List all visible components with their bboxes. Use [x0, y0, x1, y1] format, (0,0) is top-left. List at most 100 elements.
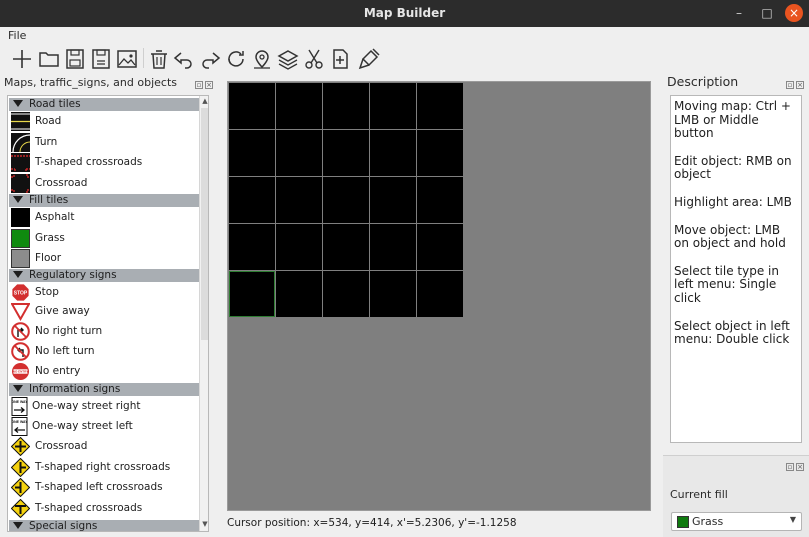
category-road-tiles[interactable]: Road tiles	[9, 98, 199, 111]
tree-item-crossroad-sign[interactable]: Crossroad	[9, 436, 199, 457]
map-tile[interactable]	[323, 224, 369, 270]
map-tile-highlighted[interactable]	[229, 271, 275, 317]
tree-item-no-left-turn[interactable]: No left turn	[9, 341, 199, 361]
tree-item-give-away[interactable]: Give away	[9, 301, 199, 322]
dock-float-icon[interactable]: ▫	[786, 463, 794, 471]
tree-item-no-entry[interactable]: NO ENTRY No entry	[9, 361, 199, 381]
category-information-signs[interactable]: Information signs	[9, 383, 199, 396]
object-tree: Road tiles Road Turn T-shaped crossroads…	[7, 95, 209, 532]
tree-item-t-crossroads-sign[interactable]: T-shaped crossroads	[9, 498, 199, 519]
map-tile[interactable]	[276, 177, 322, 223]
no-right-turn-icon	[11, 322, 30, 341]
save-as-icon[interactable]	[89, 47, 113, 71]
map-tile[interactable]	[417, 83, 463, 129]
delete-icon[interactable]	[147, 47, 171, 71]
map-tile[interactable]	[276, 271, 322, 317]
new-icon[interactable]	[10, 47, 34, 71]
map-tile[interactable]	[417, 224, 463, 270]
map-canvas[interactable]	[227, 81, 651, 511]
tree-item-stop[interactable]: STOP Stop	[9, 282, 199, 302]
minimize-button[interactable]: –	[729, 4, 749, 22]
dock-close-icon[interactable]: ×	[205, 81, 213, 89]
map-tile[interactable]	[323, 271, 369, 317]
map-tile[interactable]	[370, 83, 416, 129]
collapse-triangle-icon	[13, 522, 23, 529]
tree-item-grass[interactable]: Grass	[9, 228, 199, 248]
map-tile[interactable]	[417, 177, 463, 223]
dock-close-icon[interactable]: ×	[796, 81, 804, 89]
map-tile[interactable]	[229, 130, 275, 176]
map-tile[interactable]	[417, 130, 463, 176]
tree-item-t-crossroads[interactable]: T-shaped crossroads	[9, 152, 199, 172]
export-image-icon[interactable]	[115, 47, 139, 71]
insert-icon[interactable]	[328, 47, 352, 71]
map-tile[interactable]	[276, 83, 322, 129]
category-special-signs[interactable]: Special signs	[9, 520, 199, 531]
close-button[interactable]: ×	[785, 4, 803, 22]
brush-icon[interactable]	[357, 47, 381, 71]
tree-item-one-way-right[interactable]: ONE WAY One-way street right	[9, 396, 199, 416]
tree-item-no-right-turn[interactable]: No right turn	[9, 321, 199, 341]
scroll-down-arrow-icon[interactable]: ▼	[201, 520, 208, 528]
save-icon[interactable]	[63, 47, 87, 71]
map-tile[interactable]	[229, 83, 275, 129]
current-fill-select[interactable]: Grass ▼	[671, 512, 802, 531]
svg-text:NO ENTRY: NO ENTRY	[13, 370, 28, 374]
asphalt-tile-icon	[11, 208, 30, 227]
description-title: Description	[667, 74, 739, 89]
map-tile[interactable]	[276, 224, 322, 270]
map-tile[interactable]	[229, 177, 275, 223]
turn-tile-icon	[11, 133, 31, 153]
redo-icon[interactable]	[198, 47, 222, 71]
tree-item-turn[interactable]: Turn	[9, 132, 199, 153]
rotate-icon[interactable]	[224, 47, 248, 71]
category-fill-tiles[interactable]: Fill tiles	[9, 194, 199, 207]
map-tile[interactable]	[323, 177, 369, 223]
open-folder-icon[interactable]	[37, 47, 61, 71]
chevron-down-icon: ▼	[789, 515, 796, 524]
layers-icon[interactable]	[276, 47, 300, 71]
no-entry-sign-icon: NO ENTRY	[11, 362, 30, 381]
map-tile[interactable]	[417, 271, 463, 317]
map-tile[interactable]	[323, 130, 369, 176]
collapse-triangle-icon	[13, 271, 23, 278]
tree-item-asphalt[interactable]: Asphalt	[9, 207, 199, 227]
t-crossroads-tile-icon	[11, 153, 30, 172]
tree-item-road[interactable]: Road	[9, 111, 199, 131]
one-way-right-icon: ONE WAY	[11, 397, 30, 416]
tree-item-floor[interactable]: Floor	[9, 248, 199, 268]
tree-item-t-left-crossroads[interactable]: T-shaped left crossroads	[9, 477, 199, 498]
grass-tile-icon	[11, 229, 30, 248]
stop-sign-icon: STOP	[11, 283, 30, 302]
category-regulatory-signs[interactable]: Regulatory signs	[9, 269, 199, 282]
window-titlebar: Map Builder – □ ×	[0, 0, 809, 27]
description-line: Highlight area: LMB	[674, 194, 792, 209]
map-tile[interactable]	[370, 224, 416, 270]
map-tile[interactable]	[276, 130, 322, 176]
map-tile[interactable]	[229, 224, 275, 270]
description-line: Edit object: RMB on object	[674, 153, 792, 182]
undo-icon[interactable]	[172, 47, 196, 71]
map-tile[interactable]	[370, 177, 416, 223]
menu-file[interactable]: File	[8, 29, 26, 42]
floor-tile-icon	[11, 249, 30, 268]
map-tile[interactable]	[370, 130, 416, 176]
scrollbar-thumb[interactable]	[201, 108, 208, 340]
map-tile[interactable]	[323, 83, 369, 129]
tree-item-one-way-left[interactable]: ONE WAY One-way street left	[9, 416, 199, 436]
scroll-up-arrow-icon[interactable]: ▲	[201, 97, 208, 105]
cut-icon[interactable]	[302, 47, 326, 71]
tree-item-t-right-crossroads[interactable]: T-shaped right crossroads	[9, 457, 199, 478]
dock-float-icon[interactable]: ▫	[195, 81, 203, 89]
maximize-button[interactable]: □	[757, 4, 777, 22]
place-marker-icon[interactable]	[250, 47, 274, 71]
dock-close-icon[interactable]: ×	[796, 463, 804, 471]
t-right-crossroads-sign-icon	[10, 457, 31, 478]
tree-scrollbar[interactable]: ▲ ▼	[199, 96, 208, 531]
toolbar	[0, 44, 809, 72]
dock-float-icon[interactable]: ▫	[786, 81, 794, 89]
current-fill-value: Grass	[692, 515, 724, 528]
cursor-position-status: Cursor position: x=534, y=414, x'=5.2306…	[227, 517, 517, 529]
tree-item-crossroad[interactable]: Crossroad	[9, 173, 199, 193]
map-tile[interactable]	[370, 271, 416, 317]
